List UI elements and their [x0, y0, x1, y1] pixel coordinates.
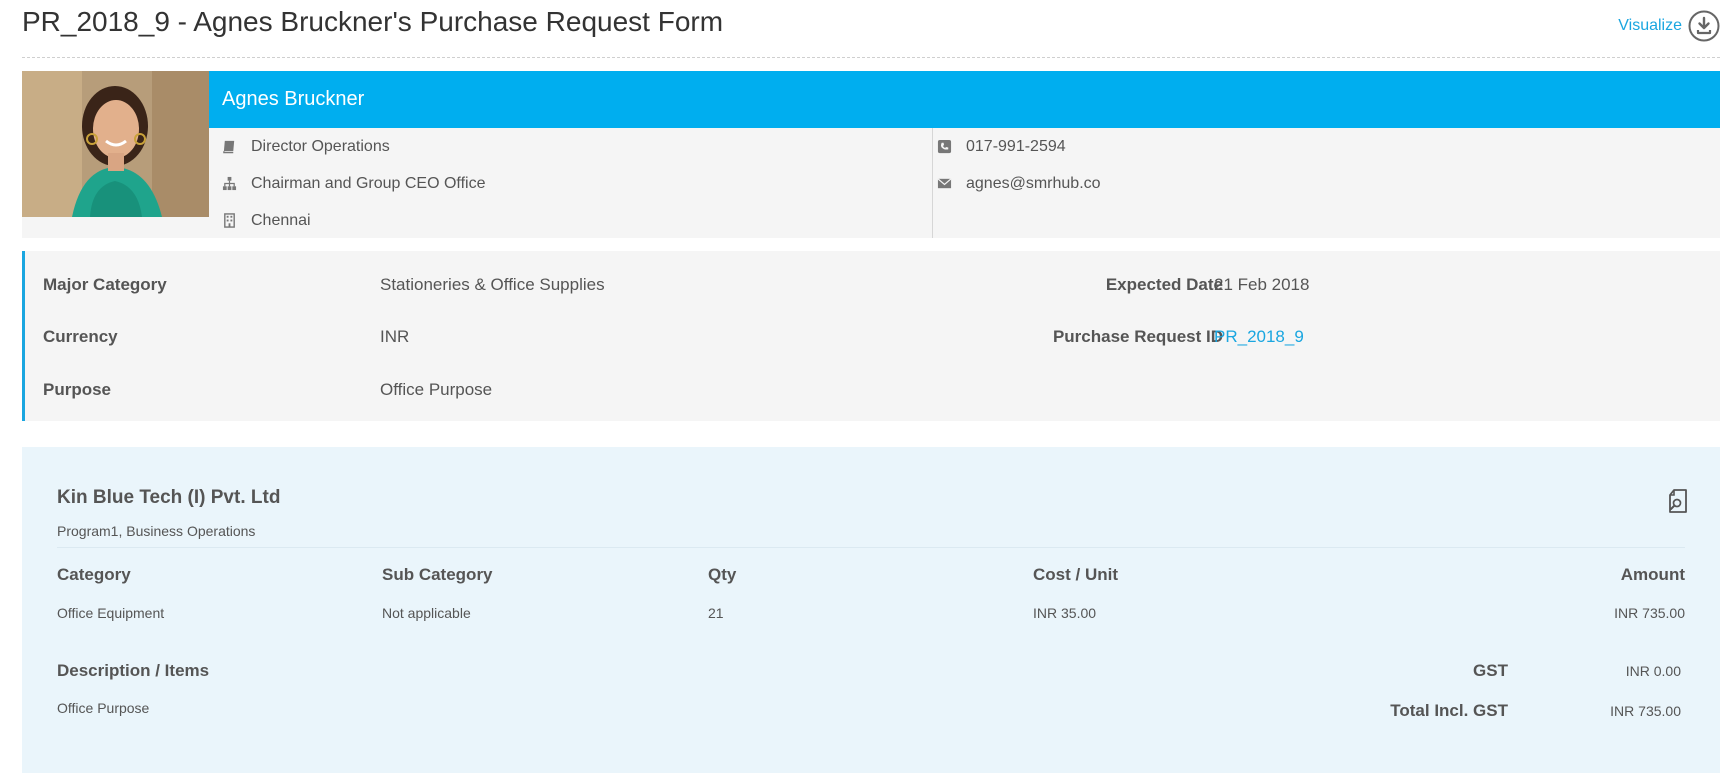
- major-category-label: Major Category: [43, 275, 167, 294]
- gst-value: INR 0.00: [1625, 663, 1681, 679]
- total-incl-gst-label: Total Incl. GST: [1390, 701, 1508, 720]
- purpose-label: Purpose: [43, 380, 112, 399]
- location-row: Chennai: [222, 202, 932, 239]
- employee-name: Agnes Bruckner: [222, 88, 365, 110]
- avatar: [22, 71, 209, 217]
- item-qty: 21: [708, 605, 724, 621]
- column-header-category: Category: [57, 565, 131, 584]
- visualize-button[interactable]: Visualize: [1618, 10, 1720, 42]
- item-cost-unit: INR 35.00: [1033, 605, 1097, 621]
- vendor-divider: [57, 547, 1685, 548]
- purchase-request-id-link[interactable]: PR_2018_9: [1214, 327, 1304, 347]
- book-icon: [223, 140, 235, 154]
- sitemap-icon: [222, 176, 237, 191]
- description-value: Office Purpose: [57, 700, 150, 716]
- location-text: Chennai: [251, 211, 311, 229]
- currency-label: Currency: [43, 327, 118, 346]
- envelope-icon: [937, 178, 952, 189]
- vendor-name: Kin Blue Tech (I) Pvt. Ltd: [57, 487, 281, 508]
- item-sub-category: Not applicable: [382, 605, 471, 621]
- visualize-label[interactable]: Visualize: [1618, 17, 1682, 35]
- major-category-value: Stationeries & Office Supplies: [380, 275, 605, 294]
- download-circle-icon[interactable]: [1688, 10, 1720, 42]
- expected-date-label: Expected Date: [1105, 275, 1223, 294]
- description-label: Description / Items: [57, 661, 210, 680]
- vendor-subtitle: Program1, Business Operations: [57, 523, 256, 539]
- total-incl-gst-value: INR 735.00: [1610, 703, 1681, 719]
- purchase-request-id-label: Purchase Request ID: [1052, 327, 1223, 346]
- designation-row: Director Operations: [222, 128, 932, 165]
- column-header-amount: Amount: [1620, 565, 1685, 584]
- request-details-panel: Major Category Stationeries & Office Sup…: [22, 251, 1720, 421]
- phone-text[interactable]: 017-991-2594: [966, 138, 1066, 156]
- currency-value: INR: [380, 327, 410, 346]
- column-header-qty: Qty: [708, 565, 737, 584]
- name-bar: Agnes Bruckner: [209, 71, 1720, 128]
- profile-info-right: 017-991-2594 agnes@smrhub.co: [937, 128, 1101, 202]
- page-title: PR_2018_9 - Agnes Bruckner's Purchase Re…: [22, 6, 724, 37]
- building-icon: [224, 213, 235, 228]
- designation-text: Director Operations: [251, 137, 390, 155]
- email-text[interactable]: agnes@smrhub.co: [966, 175, 1101, 193]
- item-amount: INR 735.00: [1614, 605, 1685, 621]
- title-bar: PR_2018_9 - Agnes Bruckner's Purchase Re…: [22, 0, 1720, 58]
- phone-row: 017-991-2594: [937, 128, 1101, 165]
- purpose-value: Office Purpose: [380, 380, 493, 399]
- department-row: Chairman and Group CEO Office: [222, 165, 932, 202]
- department-text: Chairman and Group CEO Office: [251, 174, 486, 192]
- column-header-sub-category: Sub Category: [382, 565, 493, 584]
- item-category: Office Equipment: [57, 605, 165, 621]
- column-header-cost-unit: Cost / Unit: [1033, 565, 1118, 584]
- email-row: agnes@smrhub.co: [937, 165, 1101, 202]
- phone-icon: [937, 139, 952, 154]
- expected-date-value: 21 Feb 2018: [1214, 275, 1310, 294]
- employee-profile-card: Agnes Bruckner Director Operations Chair…: [22, 71, 1720, 238]
- gst-label: GST: [1473, 661, 1508, 680]
- document-search-icon[interactable]: [1666, 488, 1690, 514]
- vendor-card: Kin Blue Tech (I) Pvt. Ltd Program1, Bus…: [22, 447, 1720, 773]
- profile-info-left: Director Operations Chairman and Group C…: [222, 128, 933, 238]
